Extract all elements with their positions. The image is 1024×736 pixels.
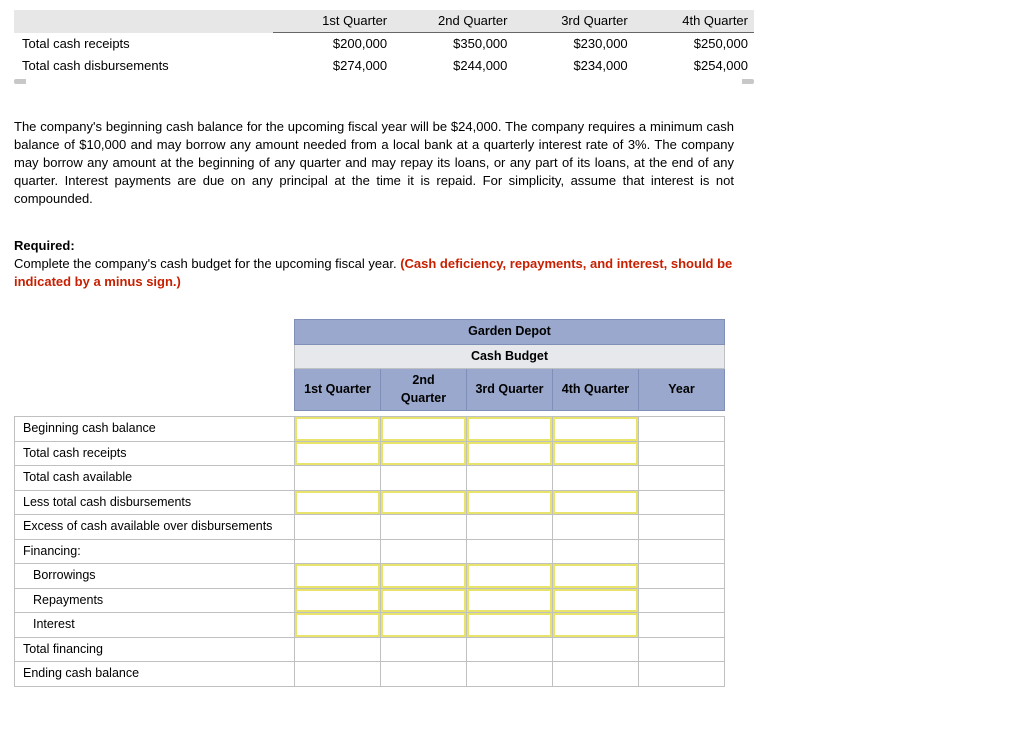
row-label: Total cash disbursements: [14, 55, 273, 77]
budget-input-cell[interactable]: [381, 490, 467, 515]
cash-budget-table: Garden Depot Cash Budget 1st Quarter 2nd…: [14, 319, 725, 687]
budget-cell: [639, 539, 725, 564]
required-text: Complete the company's cash budget for t…: [14, 256, 400, 271]
budget-input-cell[interactable]: [553, 588, 639, 613]
budget-cell: [381, 466, 467, 491]
budget-cell: [295, 662, 381, 687]
budget-cell: [467, 637, 553, 662]
budget-cell: [467, 662, 553, 687]
budget-cell: [639, 588, 725, 613]
budget-cell: [381, 662, 467, 687]
budget-input-cell[interactable]: [467, 441, 553, 466]
budget-cell: [639, 515, 725, 540]
budget-cell: [467, 539, 553, 564]
budget-cell: [639, 613, 725, 638]
budget-col-header: 2nd Quarter: [381, 369, 467, 411]
data-cell: $254,000: [634, 55, 754, 77]
scroll-hint: [14, 79, 754, 84]
budget-cell: [467, 515, 553, 540]
budget-input-cell[interactable]: [467, 588, 553, 613]
budget-input-cell[interactable]: [553, 441, 639, 466]
budget-input-cell[interactable]: [295, 441, 381, 466]
budget-row-label: Borrowings: [15, 564, 295, 589]
budget-title: Cash Budget: [295, 344, 725, 369]
budget-cell: [639, 490, 725, 515]
budget-cell: [553, 466, 639, 491]
budget-row-label: Excess of cash available over disburseme…: [15, 515, 295, 540]
budget-input-cell[interactable]: [467, 417, 553, 442]
budget-row-label: Interest: [15, 613, 295, 638]
required-label: Required:: [14, 238, 75, 253]
budget-input-cell[interactable]: [467, 613, 553, 638]
budget-cell: [295, 539, 381, 564]
data-cell: $250,000: [634, 33, 754, 56]
budget-input-cell[interactable]: [467, 564, 553, 589]
col-header: 3rd Quarter: [513, 10, 633, 33]
budget-col-header: 4th Quarter: [553, 369, 639, 411]
budget-cell: [381, 515, 467, 540]
budget-cell: [553, 662, 639, 687]
budget-input-cell[interactable]: [295, 613, 381, 638]
budget-input-cell[interactable]: [381, 417, 467, 442]
budget-row-label: Less total cash disbursements: [15, 490, 295, 515]
budget-cell: [381, 637, 467, 662]
data-cell: $244,000: [393, 55, 513, 77]
budget-col-header: 1st Quarter: [295, 369, 381, 411]
data-cell: $230,000: [513, 33, 633, 56]
budget-cell: [639, 417, 725, 442]
budget-input-cell[interactable]: [553, 417, 639, 442]
col-header: 1st Quarter: [273, 10, 393, 33]
budget-input-cell[interactable]: [381, 564, 467, 589]
data-cell: $234,000: [513, 55, 633, 77]
budget-company: Garden Depot: [295, 320, 725, 345]
budget-input-cell[interactable]: [295, 588, 381, 613]
budget-input-cell[interactable]: [553, 490, 639, 515]
quarterly-data-table: 1st Quarter 2nd Quarter 3rd Quarter 4th …: [14, 10, 754, 78]
budget-row-label: Financing:: [15, 539, 295, 564]
budget-col-header: 3rd Quarter: [467, 369, 553, 411]
budget-input-cell[interactable]: [467, 490, 553, 515]
data-cell: $350,000: [393, 33, 513, 56]
budget-cell: [639, 662, 725, 687]
budget-cell: [295, 515, 381, 540]
budget-input-cell[interactable]: [381, 441, 467, 466]
budget-row-label: Total cash available: [15, 466, 295, 491]
budget-input-cell[interactable]: [295, 490, 381, 515]
data-cell: $274,000: [273, 55, 393, 77]
col-header: 4th Quarter: [634, 10, 754, 33]
budget-cell: [553, 515, 639, 540]
data-cell: $200,000: [273, 33, 393, 56]
budget-input-cell[interactable]: [553, 613, 639, 638]
budget-cell: [295, 637, 381, 662]
row-label: Total cash receipts: [14, 33, 273, 56]
budget-cell: [553, 637, 639, 662]
budget-cell: [295, 466, 381, 491]
budget-row-label: Total financing: [15, 637, 295, 662]
budget-cell: [639, 441, 725, 466]
col-header: 2nd Quarter: [393, 10, 513, 33]
budget-row-label: Beginning cash balance: [15, 417, 295, 442]
budget-cell: [381, 539, 467, 564]
budget-cell: [553, 539, 639, 564]
budget-input-cell[interactable]: [295, 564, 381, 589]
budget-row-label: Ending cash balance: [15, 662, 295, 687]
budget-row-label: Repayments: [15, 588, 295, 613]
budget-input-cell[interactable]: [553, 564, 639, 589]
budget-cell: [639, 466, 725, 491]
budget-cell: [639, 564, 725, 589]
budget-cell: [467, 466, 553, 491]
budget-col-header: Year: [639, 369, 725, 411]
budget-input-cell[interactable]: [381, 588, 467, 613]
budget-row-label: Total cash receipts: [15, 441, 295, 466]
budget-input-cell[interactable]: [295, 417, 381, 442]
required-block: Required: Complete the company's cash bu…: [14, 237, 734, 292]
problem-paragraph: The company's beginning cash balance for…: [14, 118, 734, 209]
budget-input-cell[interactable]: [381, 613, 467, 638]
budget-cell: [639, 637, 725, 662]
